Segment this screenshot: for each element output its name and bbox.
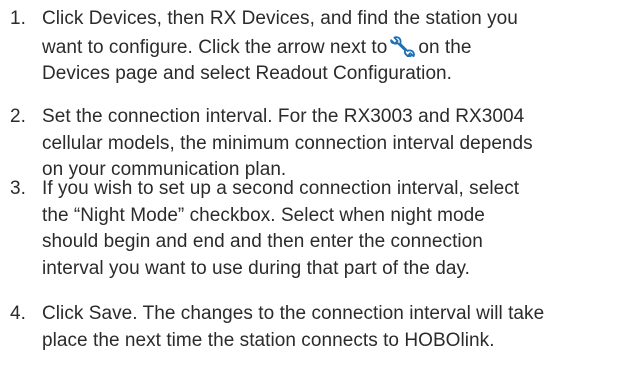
step-text: If you wish to set up a second connectio… (42, 176, 617, 282)
step-line: want to configure. Click the arrow next … (42, 35, 617, 62)
step-line: If you wish to set up a second connectio… (42, 178, 520, 199)
step-line: interval you want to use during that par… (42, 257, 470, 279)
step-line: Click Devices, then RX Devices, and find… (42, 8, 518, 29)
step-line: place the next time the station connects… (42, 329, 495, 351)
step-line-segment: on the (418, 36, 472, 58)
step-line: should begin and end and then enter the … (42, 231, 483, 252)
step-line-segment: want to configure. Click the arrow next … (42, 36, 388, 58)
step-line: Devices page and select Readout Configur… (42, 63, 453, 84)
step-text: Set the connection interval. For the RX3… (42, 104, 617, 184)
step-text: Click Devices, then RX Devices, and find… (42, 6, 617, 88)
wrench-icon (390, 35, 416, 57)
step-text: Click Save. The changes to the connectio… (42, 301, 617, 354)
step-number: 3. (10, 178, 26, 199)
step-line: the “Night Mode” checkbox. Select when n… (42, 204, 485, 226)
step-line: Set the connection interval. For the RX3… (42, 106, 525, 127)
step-line: cellular models, the minimum connection … (42, 132, 533, 154)
step-line: Click Save. The changes to the connectio… (42, 303, 545, 324)
step-number: 4. (10, 303, 26, 324)
step-number: 1. (10, 8, 26, 29)
step-number: 2. (10, 106, 26, 127)
